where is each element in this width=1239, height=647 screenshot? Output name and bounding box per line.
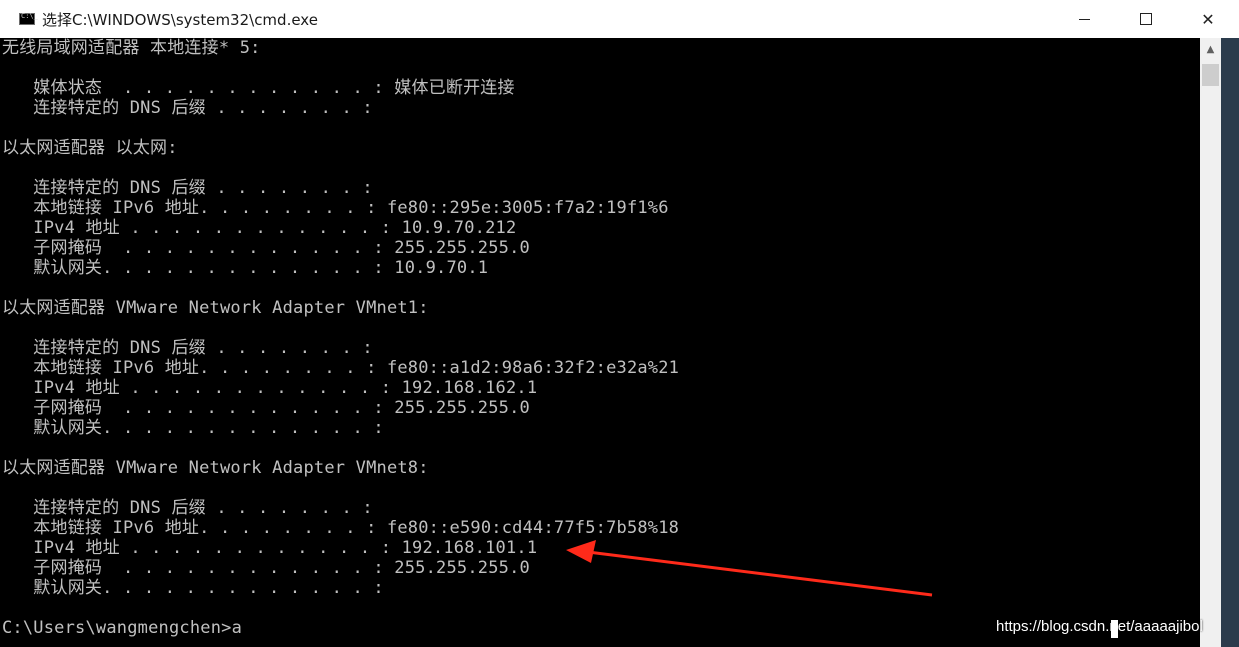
console-output[interactable]: 无线局域网适配器 本地连接* 5: 媒体状态 . . . . . . . . .…: [0, 38, 1200, 647]
console-line: 子网掩码 . . . . . . . . . . . . : 255.255.2…: [2, 398, 530, 418]
mouse-cursor: [1111, 620, 1118, 638]
console-line: 连接特定的 DNS 后缀 . . . . . . . :: [2, 178, 373, 198]
console-line: 以太网适配器 以太网:: [2, 138, 178, 158]
command-prompt-line[interactable]: C:\Users\wangmengchen>a: [2, 618, 242, 638]
console-line: 连接特定的 DNS 后缀 . . . . . . . :: [2, 98, 373, 118]
close-icon: ✕: [1201, 9, 1215, 29]
console-line: 子网掩码 . . . . . . . . . . . . : 255.255.2…: [2, 238, 530, 258]
console-line: 以太网适配器 VMware Network Adapter VMnet1:: [2, 298, 429, 318]
minimize-icon: [1078, 18, 1090, 20]
cmd-icon[interactable]: [19, 12, 38, 25]
console-line: 连接特定的 DNS 后缀 . . . . . . . :: [2, 338, 373, 358]
window-controls: ✕: [1053, 0, 1239, 38]
console-line: IPv4 地址 . . . . . . . . . . . . : 10.9.7…: [2, 218, 517, 238]
console-line: 以太网适配器 VMware Network Adapter VMnet8:: [2, 458, 429, 478]
minimize-button[interactable]: [1053, 0, 1115, 38]
console-line: 子网掩码 . . . . . . . . . . . . : 255.255.2…: [2, 558, 530, 578]
console-line: 本地链接 IPv6 地址. . . . . . . . : fe80::295e…: [2, 198, 669, 218]
watermark-url: https://blog.csdn.net/aaaaajibol: [996, 618, 1203, 635]
desktop-background-right: [1221, 38, 1239, 647]
console-line: IPv4 地址 . . . . . . . . . . . . : 192.16…: [2, 378, 538, 398]
console-line: 默认网关. . . . . . . . . . . . . :: [2, 578, 384, 598]
chevron-up-icon: ▲: [1206, 43, 1215, 55]
vertical-scrollbar[interactable]: ▲: [1200, 38, 1221, 647]
scroll-thumb[interactable]: [1202, 64, 1219, 86]
console-line: 默认网关. . . . . . . . . . . . . :: [2, 418, 384, 438]
maximize-button[interactable]: [1115, 0, 1177, 38]
console-line: 默认网关. . . . . . . . . . . . . : 10.9.70.…: [2, 258, 489, 278]
console-line: 本地链接 IPv6 地址. . . . . . . . : fe80::e590…: [2, 518, 680, 538]
scroll-up-button[interactable]: ▲: [1200, 38, 1221, 60]
title-bar[interactable]: 选择C:\WINDOWS\system32\cmd.exe ✕: [0, 0, 1239, 38]
console-line: 本地链接 IPv6 地址. . . . . . . . : fe80::a1d2…: [2, 358, 680, 378]
ipv4-address-line: IPv4 地址 . . . . . . . . . . . . : 192.16…: [2, 538, 538, 558]
window-title: 选择C:\WINDOWS\system32\cmd.exe: [42, 10, 318, 29]
console-line: 媒体状态 . . . . . . . . . . . . : 媒体已断开连接: [2, 78, 515, 98]
console-line: 连接特定的 DNS 后缀 . . . . . . . :: [2, 498, 373, 518]
maximize-icon: [1140, 13, 1152, 25]
console-line: 无线局域网适配器 本地连接* 5:: [2, 38, 261, 58]
close-button[interactable]: ✕: [1177, 0, 1239, 38]
